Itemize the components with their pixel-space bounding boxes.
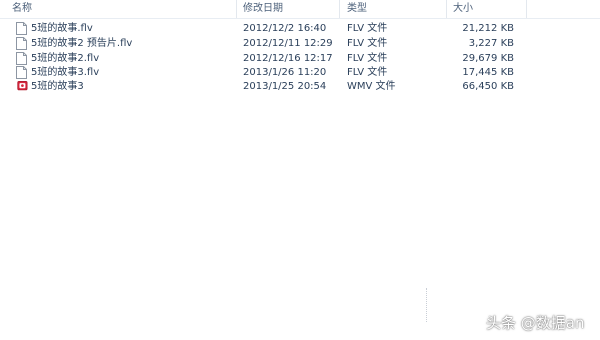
- file-row[interactable]: 5班的故事2.flv 2012/12/16 12:17 FLV 文件 29,67…: [12, 51, 532, 66]
- dotted-divider: [426, 288, 428, 322]
- file-modified: 2012/12/2 16:40: [243, 23, 327, 34]
- file-type: FLV 文件: [347, 53, 388, 64]
- document-icon: [16, 52, 27, 65]
- file-size: 29,679 KB: [462, 53, 514, 64]
- column-header-size[interactable]: 大小: [453, 2, 473, 16]
- column-divider[interactable]: [526, 0, 527, 18]
- document-icon: [16, 37, 27, 50]
- column-divider[interactable]: [446, 0, 447, 18]
- column-divider[interactable]: [236, 0, 237, 18]
- file-size: 17,445 KB: [462, 67, 514, 78]
- column-header-modified[interactable]: 修改日期: [243, 2, 283, 16]
- file-type: FLV 文件: [347, 38, 388, 49]
- file-name: 5班的故事2.flv: [31, 53, 100, 64]
- file-size: 66,450 KB: [462, 81, 514, 92]
- file-modified: 2012/12/11 12:29: [243, 38, 333, 49]
- file-name: 5班的故事3.flv: [31, 67, 100, 78]
- file-modified: 2013/1/26 11:20: [243, 67, 327, 78]
- file-type: WMV 文件: [347, 81, 396, 92]
- document-icon: [16, 66, 27, 79]
- file-row[interactable]: 5班的故事3 2013/1/25 20:54 WMV 文件 66,450 KB: [12, 79, 532, 94]
- file-name: 5班的故事2 预告片.flv: [31, 38, 133, 49]
- file-type: FLV 文件: [347, 23, 388, 34]
- column-header-type[interactable]: 类型: [347, 2, 367, 16]
- file-size: 3,227 KB: [468, 38, 514, 49]
- file-modified: 2012/12/16 12:17: [243, 53, 333, 64]
- column-divider[interactable]: [339, 0, 340, 18]
- file-name: 5班的故事.flv: [31, 23, 93, 34]
- watermark: 头条 @数据an: [486, 314, 585, 332]
- column-header: 名称 修改日期 类型 大小: [0, 0, 600, 19]
- file-row[interactable]: 5班的故事.flv 2012/12/2 16:40 FLV 文件 21,212 …: [12, 21, 532, 36]
- file-type: FLV 文件: [347, 67, 388, 78]
- file-modified: 2013/1/25 20:54: [243, 81, 327, 92]
- video-file-icon: [17, 81, 28, 91]
- file-row[interactable]: 5班的故事2 预告片.flv 2012/12/11 12:29 FLV 文件 3…: [12, 36, 532, 51]
- column-header-name[interactable]: 名称: [12, 2, 32, 16]
- document-icon: [16, 22, 27, 35]
- file-name: 5班的故事3: [31, 81, 84, 92]
- file-size: 21,212 KB: [462, 23, 514, 34]
- file-row[interactable]: 5班的故事3.flv 2013/1/26 11:20 FLV 文件 17,445…: [12, 65, 532, 80]
